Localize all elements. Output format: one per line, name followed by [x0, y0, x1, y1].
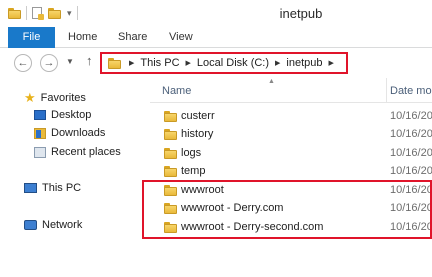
file-date: 10/16/20	[390, 147, 432, 159]
breadcrumb-this-pc[interactable]: This PC	[140, 57, 179, 69]
tab-home[interactable]: Home	[68, 27, 97, 48]
annotation-highlight-box	[142, 180, 432, 239]
nav-item-this-pc[interactable]: This PC	[24, 182, 81, 194]
computer-icon	[24, 183, 37, 193]
breadcrumb-local-disk[interactable]: Local Disk (C:)	[197, 57, 269, 69]
address-bar[interactable]: ▶ This PC ▶ Local Disk (C:) ▶ inetpub ▶	[100, 52, 348, 74]
breadcrumb-separator-icon[interactable]: ▶	[129, 59, 134, 67]
star-icon: ★	[24, 90, 36, 105]
file-date: 10/16/20	[390, 110, 432, 122]
column-name-header[interactable]: Name	[162, 85, 191, 97]
navigation-pane: ★ Favorites Desktop Downloads Recent pla…	[0, 78, 150, 277]
list-item[interactable]: custerr 10/16/20	[150, 107, 432, 126]
title-bar: ▾ inetpub	[0, 0, 432, 27]
sort-ascending-icon: ▲	[268, 78, 275, 85]
breadcrumb-inetpub[interactable]: inetpub	[286, 57, 322, 69]
tab-share[interactable]: Share	[118, 27, 147, 48]
nav-label: Favorites	[40, 92, 86, 104]
nav-item-downloads[interactable]: Downloads	[34, 127, 105, 139]
window-title: inetpub	[279, 6, 323, 21]
file-date: 10/16/20	[390, 165, 432, 177]
folder-icon	[164, 129, 177, 140]
desktop-icon	[34, 110, 46, 120]
file-name: temp	[181, 165, 206, 177]
column-date-header[interactable]: Date mo	[390, 85, 432, 97]
network-icon	[24, 220, 37, 230]
folder-icon	[164, 111, 177, 122]
file-date: 10/16/20	[390, 128, 432, 140]
nav-label: Network	[42, 219, 83, 231]
breadcrumb-separator-icon[interactable]: ▶	[329, 59, 334, 67]
up-button[interactable]: ↑	[86, 53, 93, 68]
nav-item-recent-places[interactable]: Recent places	[34, 146, 121, 158]
list-item[interactable]: history 10/16/20	[150, 125, 432, 144]
folder-icon	[164, 148, 177, 159]
file-name: history	[181, 128, 214, 140]
tab-file[interactable]: File	[8, 27, 55, 48]
recent-places-icon	[34, 146, 46, 158]
nav-label: This PC	[42, 182, 82, 194]
nav-label: Downloads	[51, 127, 106, 139]
breadcrumb-separator-icon[interactable]: ▶	[275, 59, 280, 67]
breadcrumb-separator-icon[interactable]: ▶	[186, 59, 191, 67]
folder-icon	[164, 166, 177, 177]
recent-locations-dropdown[interactable]: ▼	[66, 57, 74, 66]
downloads-icon	[34, 127, 46, 139]
list-item[interactable]: temp 10/16/20	[150, 162, 432, 181]
forward-button[interactable]: →	[40, 54, 58, 72]
back-button[interactable]: ←	[14, 54, 32, 72]
column-divider[interactable]	[386, 78, 387, 103]
tab-view[interactable]: View	[169, 27, 193, 48]
nav-label: Recent places	[51, 146, 121, 158]
nav-label: Desktop	[51, 109, 92, 121]
nav-item-desktop[interactable]: Desktop	[34, 109, 91, 121]
column-header-row: ▲ Name Date mo	[150, 78, 432, 103]
arrow-left-icon: ←	[17, 57, 29, 69]
file-name: custerr	[181, 110, 215, 122]
list-item[interactable]: logs 10/16/20	[150, 144, 432, 163]
file-name: logs	[181, 147, 202, 159]
arrow-right-icon: →	[43, 57, 55, 69]
folder-icon	[108, 57, 121, 69]
nav-item-network[interactable]: Network	[24, 219, 82, 231]
ribbon: File Home Share View	[0, 27, 432, 48]
nav-item-favorites[interactable]: ★ Favorites	[24, 90, 86, 106]
